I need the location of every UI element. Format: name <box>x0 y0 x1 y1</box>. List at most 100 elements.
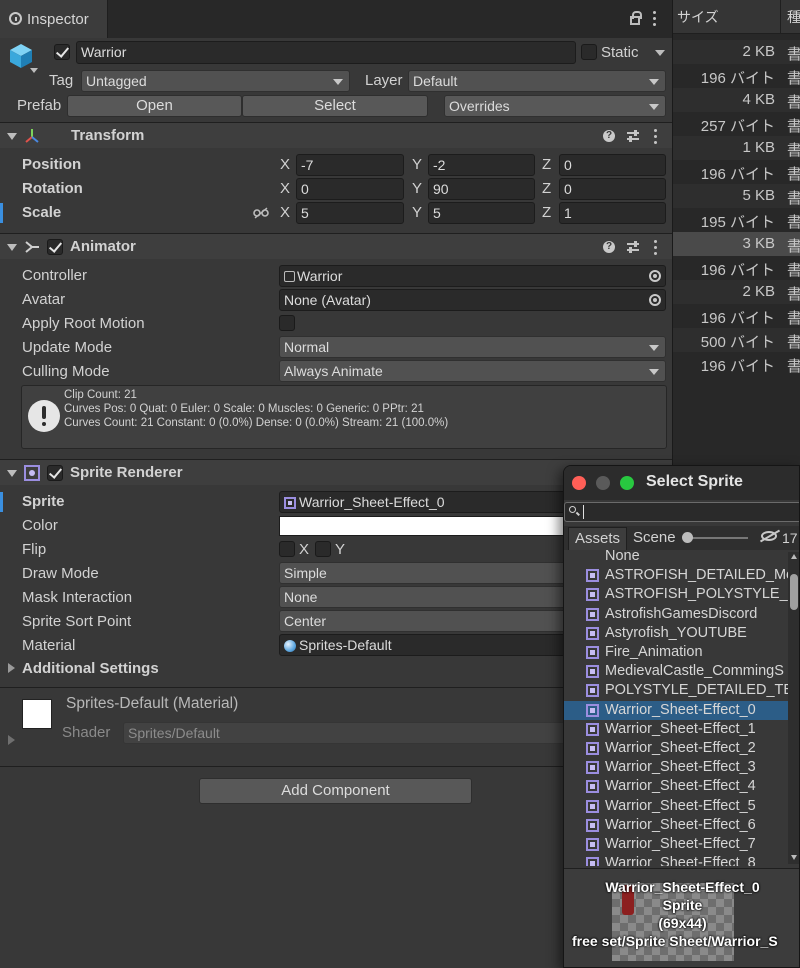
sprite-list-item[interactable]: AstrofishGamesDiscord <box>564 605 799 624</box>
scale-y-label[interactable]: Y <box>412 204 422 222</box>
sprite-list-item[interactable]: Warrior_Sheet-Effect_7 <box>564 835 799 854</box>
scale-y-field[interactable]: 5 <box>428 202 535 224</box>
sprite-list-item[interactable]: Warrior_Sheet-Effect_1 <box>564 720 799 739</box>
prefab-select-button[interactable]: Select <box>242 95 428 117</box>
sprite-renderer-enabled-toggle[interactable] <box>47 465 63 481</box>
sprite-list-item[interactable]: Warrior_Sheet-Effect_2 <box>564 739 799 758</box>
prefab-open-button[interactable]: Open <box>67 95 242 117</box>
sprite-list-item[interactable]: ASTROFISH_POLYSTYLE_N <box>564 585 799 604</box>
minimize-window-button[interactable] <box>596 476 610 490</box>
tab-scene[interactable]: Scene <box>627 527 682 550</box>
sprite-list-item[interactable]: Warrior_Sheet-Effect_5 <box>564 797 799 816</box>
rotation-y-field[interactable]: 90 <box>428 178 535 200</box>
foldout-arrow-icon[interactable] <box>8 663 15 673</box>
rotation-z-field[interactable]: 0 <box>559 178 666 200</box>
update-mode-dropdown[interactable]: Normal <box>279 336 666 358</box>
transform-header[interactable]: Transform ? <box>0 122 672 148</box>
project-row[interactable]: 500 バイト書 <box>673 328 800 352</box>
sprite-list-item[interactable]: Warrior_Sheet-Effect_0 <box>564 700 799 720</box>
scale-z-field[interactable]: 1 <box>559 202 666 224</box>
scroll-down-arrow-icon[interactable] <box>791 855 797 860</box>
color-swatch[interactable] <box>279 516 579 536</box>
object-picker-icon[interactable] <box>649 270 661 282</box>
sprite-list-item[interactable]: Warrior_Sheet-Effect_4 <box>564 777 799 796</box>
foldout-arrow-icon[interactable] <box>7 470 17 477</box>
project-row[interactable]: 2 KB 書 <box>673 280 800 304</box>
position-y-field[interactable]: -2 <box>428 154 535 176</box>
sprite-list-item[interactable]: ASTROFISH_DETAILED_Me <box>564 566 799 585</box>
foldout-arrow-icon[interactable] <box>7 133 17 140</box>
component-menu-icon[interactable] <box>654 129 658 147</box>
rotation-x-field[interactable]: 0 <box>296 178 404 200</box>
rotation-x-label[interactable]: X <box>280 180 290 198</box>
sprite-list-item[interactable]: Warrior_Sheet-Effect_6 <box>564 816 799 835</box>
sprite-list-item[interactable]: Astyrofish_YOUTUBE <box>564 624 799 643</box>
rotation-z-label[interactable]: Z <box>542 180 551 198</box>
layer-dropdown[interactable]: Default <box>408 70 666 92</box>
shader-dropdown[interactable]: Sprites/Default <box>123 722 579 744</box>
zoom-window-button[interactable] <box>620 476 634 490</box>
flip-y-toggle[interactable] <box>315 541 331 557</box>
sprite-list-item[interactable]: Warrior_Sheet-Effect_3 <box>564 758 799 777</box>
size-column-header[interactable]: サイズ <box>677 8 719 26</box>
scrollbar-thumb[interactable] <box>790 574 798 610</box>
scale-x-field[interactable]: 5 <box>296 202 404 224</box>
help-icon[interactable]: ? <box>603 130 615 142</box>
project-row[interactable]: 4 KB 書 <box>673 88 800 112</box>
project-row[interactable]: 196 バイト書 <box>673 352 800 376</box>
scale-x-label[interactable]: X <box>280 204 290 222</box>
component-menu-icon[interactable] <box>654 240 658 258</box>
position-x-label[interactable]: X <box>280 156 290 174</box>
sprite-sort-point-dropdown[interactable]: Center <box>279 610 579 632</box>
help-icon[interactable]: ? <box>603 241 615 253</box>
mask-interaction-dropdown[interactable]: None <box>279 586 579 608</box>
sprite-field[interactable]: Warrior_Sheet-Effect_0 <box>279 491 579 513</box>
prefab-overrides-dropdown[interactable]: Overrides <box>444 95 666 117</box>
kind-column-header[interactable]: 種 <box>787 8 800 26</box>
project-row[interactable]: 196 バイト書 <box>673 256 800 280</box>
position-z-field[interactable]: 0 <box>559 154 666 176</box>
object-picker-icon[interactable] <box>649 294 661 306</box>
sprite-list-item[interactable]: MedievalCastle_CommingS <box>564 662 799 681</box>
presets-icon[interactable] <box>627 130 639 142</box>
culling-mode-dropdown[interactable]: Always Animate <box>279 360 666 382</box>
draw-mode-dropdown[interactable]: Simple <box>279 562 579 584</box>
project-row[interactable]: 196 バイト書 <box>673 304 800 328</box>
icon-dropdown-icon[interactable] <box>30 68 38 73</box>
constrain-proportions-icon[interactable] <box>253 206 269 219</box>
foldout-arrow-icon[interactable] <box>7 244 17 251</box>
flip-x-toggle[interactable] <box>279 541 295 557</box>
project-row[interactable]: 2 KB 書 <box>673 40 800 64</box>
search-input[interactable] <box>564 502 799 522</box>
position-y-label[interactable]: Y <box>412 156 422 174</box>
position-z-label[interactable]: Z <box>542 156 551 174</box>
scroll-up-arrow-icon[interactable] <box>791 554 797 559</box>
close-window-button[interactable] <box>572 476 586 490</box>
zoom-slider-track[interactable] <box>684 537 748 539</box>
tab-assets[interactable]: Assets <box>568 527 628 550</box>
project-row[interactable]: 1 KB 書 <box>673 136 800 160</box>
sprite-list-scrollbar[interactable] <box>788 552 799 864</box>
project-row[interactable]: 3 KB 書 <box>673 232 800 256</box>
sprite-list-item[interactable]: Fire_Animation <box>564 643 799 662</box>
project-row[interactable]: 195 バイト書 <box>673 208 800 232</box>
static-dropdown-icon[interactable] <box>655 50 665 56</box>
foldout-arrow-icon[interactable] <box>8 735 15 745</box>
zoom-slider-handle[interactable] <box>682 532 693 543</box>
sprite-list-item[interactable]: Warrior_Sheet-Effect_8 <box>564 854 799 866</box>
avatar-field[interactable]: None (Avatar) <box>279 289 666 311</box>
animator-enabled-toggle[interactable] <box>47 239 63 255</box>
project-row[interactable]: 196 バイト書 <box>673 160 800 184</box>
apply-root-motion-toggle[interactable] <box>279 315 295 331</box>
window-title-bar[interactable]: Select Sprite <box>564 466 799 500</box>
lock-icon[interactable] <box>630 11 642 25</box>
hidden-visibility-icon[interactable] <box>761 531 777 541</box>
additional-settings-foldout[interactable]: Additional Settings <box>22 660 159 678</box>
controller-field[interactable]: Warrior <box>279 265 666 287</box>
object-name-field[interactable]: Warrior <box>76 41 576 64</box>
rotation-y-label[interactable]: Y <box>412 180 422 198</box>
sprite-list-item[interactable]: None <box>564 550 799 566</box>
presets-icon[interactable] <box>627 241 639 253</box>
project-row[interactable]: 196 バイト書 <box>673 64 800 88</box>
sprite-list-item[interactable]: POLYSTYLE_DETAILED_TE <box>564 681 799 700</box>
